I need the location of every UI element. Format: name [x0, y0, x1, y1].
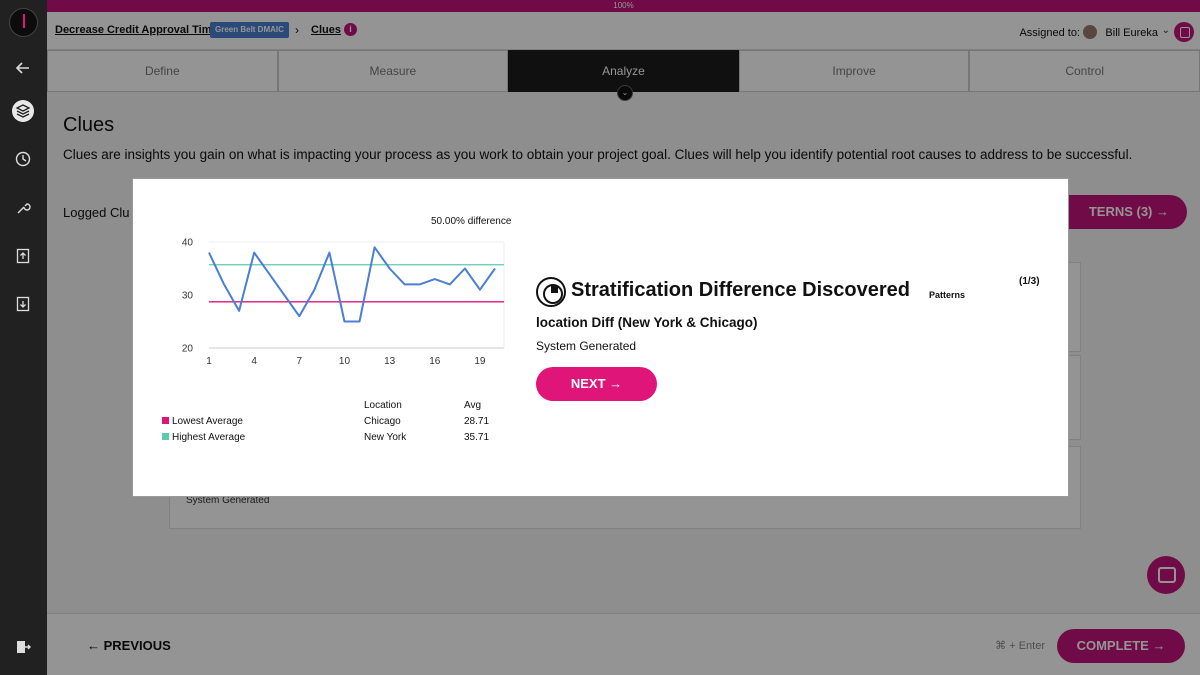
- modal-title: Stratification Difference Discovered: [571, 279, 910, 301]
- highest-average-swatch: [162, 433, 169, 440]
- app-logo[interactable]: [9, 8, 38, 37]
- legend-location: New York: [364, 432, 407, 443]
- sidebar: [0, 0, 47, 675]
- legend-row: Lowest Average Chicago 28.71: [162, 416, 502, 432]
- y-tick-label: 30: [182, 291, 194, 302]
- logout-icon[interactable]: [12, 636, 34, 658]
- wrench-icon[interactable]: [12, 197, 34, 219]
- x-tick-label: 16: [429, 356, 441, 367]
- legend-header-location: Location: [364, 400, 402, 411]
- legend-header-row: Location Avg: [162, 400, 502, 416]
- legend-location: Chicago: [364, 416, 401, 427]
- x-tick-label: 4: [251, 356, 257, 367]
- x-tick-label: 19: [474, 356, 486, 367]
- series-line: [208, 246, 496, 323]
- pattern-modal: 50.00% difference 20 30 40 1 4 7 10 13 16 19 Loca…: [132, 178, 1069, 497]
- legend-avg: 28.71: [464, 416, 490, 427]
- download-file-icon[interactable]: [12, 293, 34, 315]
- layers-icon[interactable]: [12, 100, 34, 122]
- modal-category-tag: Patterns: [929, 290, 966, 300]
- x-tick-label: 7: [297, 356, 303, 367]
- x-tick-label: 10: [339, 356, 351, 367]
- legend-row: Highest Average New York 35.71: [162, 432, 502, 448]
- x-tick-label: 13: [384, 356, 396, 367]
- legend-table: Location Avg Lowest Average Chicago 28.7…: [162, 400, 502, 448]
- legend-label: Highest Average: [172, 432, 246, 443]
- modal-source: System Generated: [536, 339, 637, 353]
- y-tick-label: 40: [182, 238, 194, 249]
- modal-subtitle: location Diff (New York & Chicago): [536, 315, 758, 330]
- next-button[interactable]: NEXT →: [536, 367, 657, 401]
- lowest-average-swatch: [162, 417, 169, 424]
- line-chart: 20 30 40 1 4 7 10 13 16 19: [182, 238, 505, 367]
- clock-icon[interactable]: [12, 148, 34, 170]
- legend-avg: 35.71: [464, 432, 490, 443]
- back-arrow-icon[interactable]: [12, 57, 34, 79]
- y-tick-label: 20: [182, 344, 194, 355]
- x-tick-label: 1: [206, 356, 212, 367]
- legend-header-avg: Avg: [464, 400, 482, 411]
- modal-counter: (1/3): [1019, 276, 1040, 287]
- legend-label: Lowest Average: [172, 416, 243, 427]
- upload-file-icon[interactable]: [12, 245, 34, 267]
- pie-chart-icon: [536, 277, 566, 307]
